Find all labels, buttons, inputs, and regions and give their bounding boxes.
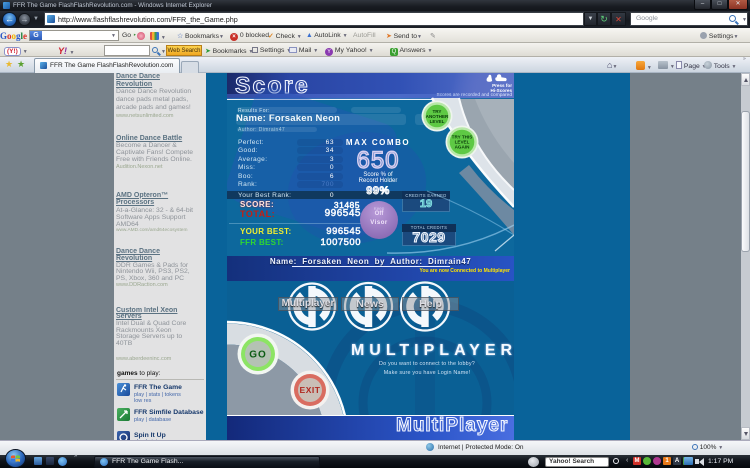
svg-text:LEVEL: LEVEL [430, 119, 445, 124]
svg-text:EXIT: EXIT [300, 385, 321, 395]
svg-text:GO: GO [249, 350, 267, 361]
svg-text:AGAIN: AGAIN [455, 145, 470, 150]
